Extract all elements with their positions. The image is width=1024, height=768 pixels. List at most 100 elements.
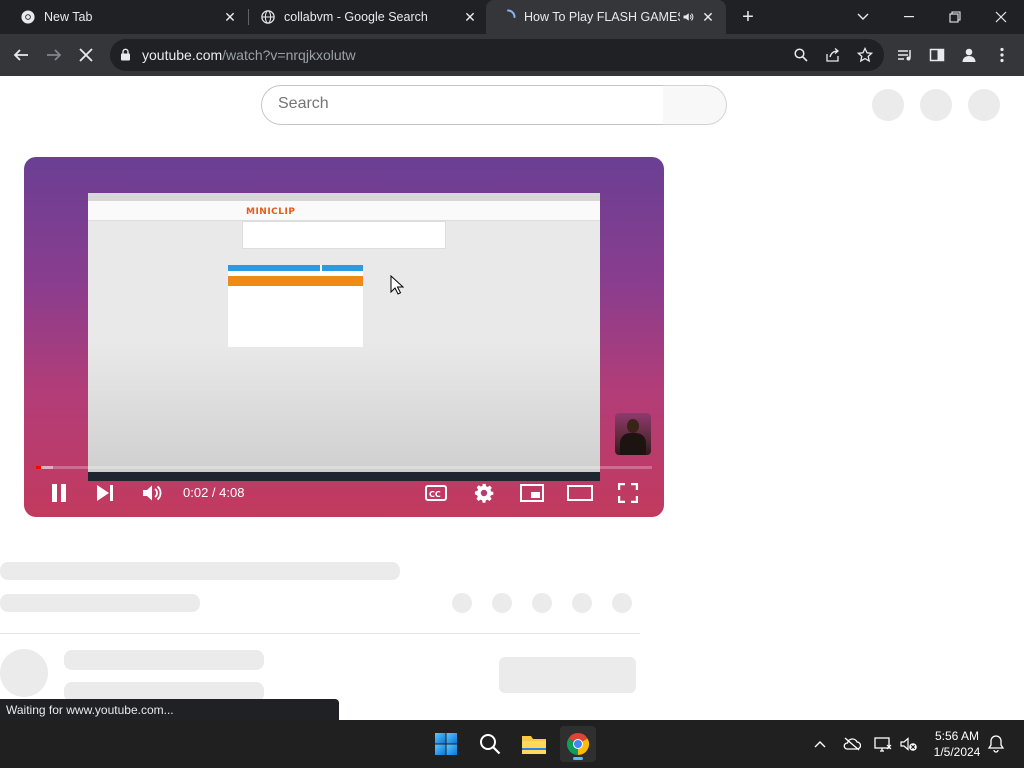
subscribe-placeholder xyxy=(499,657,636,693)
file-explorer-icon xyxy=(522,736,546,754)
restore-button[interactable] xyxy=(932,0,978,34)
account-avatar-placeholder xyxy=(968,89,1000,121)
bell-icon xyxy=(988,735,1004,753)
close-icon[interactable]: ✕ xyxy=(222,9,238,25)
loading-spinner-icon xyxy=(500,9,516,25)
minimize-button[interactable] xyxy=(886,0,932,34)
chrome-icon xyxy=(20,9,36,25)
volume-muted-icon xyxy=(900,737,917,751)
theater-mode-button[interactable] xyxy=(566,479,594,507)
browser-toolbar: youtube.com/watch?v=nrqjkxolutw xyxy=(0,34,1024,76)
network-icon xyxy=(874,737,892,752)
clock-time: 5:56 AM xyxy=(934,729,980,743)
video-frame-browser-tabs xyxy=(88,193,600,201)
svg-text:CC: CC xyxy=(429,490,441,499)
profile-icon[interactable] xyxy=(961,47,977,63)
watermark-body xyxy=(620,433,646,455)
pause-icon xyxy=(52,484,66,502)
volume-status[interactable] xyxy=(900,735,918,753)
time-total: 4:08 xyxy=(219,485,245,500)
search-button[interactable] xyxy=(663,85,727,125)
start-button[interactable] xyxy=(428,726,464,762)
start-icon xyxy=(435,733,457,755)
captions-button[interactable]: CC xyxy=(422,479,450,507)
url-host: youtube.com xyxy=(142,47,223,63)
action-placeholder xyxy=(532,593,552,613)
tab-title: collabvm - Google Search xyxy=(284,10,428,24)
chevron-down-icon xyxy=(857,13,869,20)
stop-loading-button[interactable] xyxy=(73,42,99,68)
subtitle-placeholder xyxy=(0,594,200,612)
video-frame-browser-toolbar xyxy=(88,201,600,221)
video-player[interactable]: MINICLIP 0:02 / 4:08 CC xyxy=(24,157,664,517)
forward-button[interactable] xyxy=(41,42,67,68)
channel-name-placeholder xyxy=(64,650,264,670)
tab-new-tab[interactable]: New Tab ✕ xyxy=(0,0,248,34)
windows-taskbar: 5:56 AM 1/5/2024 xyxy=(0,720,1024,768)
cloud-offline-icon xyxy=(843,737,861,751)
action-placeholder xyxy=(492,593,512,613)
file-explorer-button[interactable] xyxy=(516,726,552,762)
skip-next-icon xyxy=(97,485,113,501)
video-frame-shade xyxy=(88,343,600,475)
tab-google-search[interactable]: collabvm - Google Search ✕ xyxy=(240,0,488,34)
search-input[interactable] xyxy=(278,95,638,113)
onedrive-status[interactable] xyxy=(843,735,861,753)
notifications-placeholder xyxy=(920,89,952,121)
globe-icon xyxy=(260,9,276,25)
fullscreen-button[interactable] xyxy=(614,479,642,507)
watermark-head xyxy=(627,419,639,433)
url-path: /watch?v=nrqjkxolutw xyxy=(222,47,356,63)
youtube-search-box[interactable] xyxy=(261,85,664,125)
tab-title: New Tab xyxy=(44,10,93,24)
miniplayer-button[interactable] xyxy=(518,479,546,507)
close-icon xyxy=(79,48,93,62)
progress-bar[interactable] xyxy=(36,466,652,469)
youtube-page: MINICLIP xyxy=(0,76,1024,720)
chrome-taskbar-button[interactable] xyxy=(560,726,596,762)
video-frame-content-box xyxy=(242,221,446,249)
notifications-button[interactable] xyxy=(987,735,1005,753)
show-hidden-icons-button[interactable] xyxy=(811,735,829,753)
side-panel-icon[interactable] xyxy=(929,47,945,63)
bookmark-star-icon[interactable] xyxy=(857,47,873,63)
system-clock[interactable]: 5:56 AM 1/5/2024 xyxy=(926,728,988,760)
mouse-cursor-icon xyxy=(390,275,404,295)
pause-button[interactable] xyxy=(45,479,73,507)
chrome-icon xyxy=(566,733,590,755)
share-icon[interactable] xyxy=(825,47,841,63)
fullscreen-icon xyxy=(618,483,638,503)
arrow-left-icon xyxy=(13,49,28,61)
clock-date: 1/5/2024 xyxy=(933,745,981,759)
address-bar[interactable]: youtube.com/watch?v=nrqjkxolutw xyxy=(110,39,884,71)
channel-watermark[interactable] xyxy=(615,413,651,455)
title-placeholder xyxy=(0,562,400,580)
volume-button[interactable] xyxy=(138,479,166,507)
time-separator: / xyxy=(208,485,220,500)
close-icon[interactable]: ✕ xyxy=(462,9,478,25)
close-icon[interactable]: ✕ xyxy=(700,9,716,25)
time-current: 0:02 xyxy=(183,485,209,500)
new-tab-button[interactable]: + xyxy=(738,7,758,27)
dialog-bar xyxy=(228,265,320,271)
create-button-placeholder xyxy=(872,89,904,121)
more-menu-icon[interactable] xyxy=(994,47,1010,63)
tab-search-button[interactable] xyxy=(840,0,886,34)
taskbar-search-button[interactable] xyxy=(472,726,508,762)
media-control-icon[interactable] xyxy=(897,47,913,63)
tab-youtube-video[interactable]: How To Play FLASH GAMES ( ✕ xyxy=(486,0,726,34)
channel-avatar-placeholder xyxy=(0,649,48,697)
back-button[interactable] xyxy=(8,42,34,68)
speaker-icon[interactable] xyxy=(680,9,696,25)
next-button[interactable] xyxy=(91,479,119,507)
close-window-button[interactable] xyxy=(978,0,1024,34)
search-icon[interactable] xyxy=(793,47,809,63)
action-placeholder xyxy=(452,593,472,613)
minimize-icon xyxy=(904,16,914,18)
lock-icon[interactable] xyxy=(120,48,131,66)
settings-button[interactable] xyxy=(470,479,498,507)
miniplayer-icon xyxy=(520,484,544,502)
network-status[interactable] xyxy=(874,735,892,753)
gear-icon xyxy=(474,483,494,503)
volume-icon xyxy=(143,485,162,501)
